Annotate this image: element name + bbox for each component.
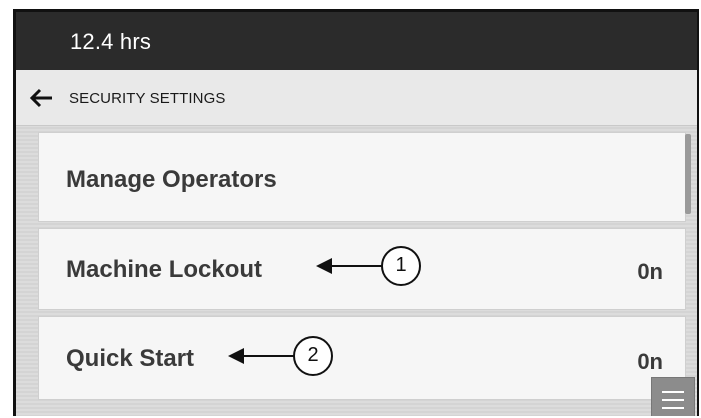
item-label: Machine Lockout [66, 256, 263, 283]
menu-button[interactable] [651, 377, 695, 416]
list-item-manage-operators[interactable]: Manage Operators [38, 132, 686, 222]
page-title: SECURITY SETTINGS [69, 90, 226, 107]
header-bar: SECURITY SETTINGS [16, 70, 697, 126]
scrollbar[interactable] [685, 134, 691, 404]
engine-hours: 12.4 hrs [70, 29, 152, 54]
device-screen: 12.4 hrs SECURITY SETTINGS Manage Operat… [13, 9, 699, 416]
item-value: 0n [637, 349, 663, 374]
back-button[interactable] [28, 86, 56, 110]
list-item-quick-start[interactable]: Quick Start 0n [38, 316, 686, 400]
status-bar: 12.4 hrs [16, 12, 697, 70]
callout-number: 2 [307, 344, 319, 366]
item-label: Quick Start [66, 345, 195, 372]
scrollbar-thumb[interactable] [685, 134, 691, 214]
callout-1: 1 [316, 246, 436, 286]
callout-2: 2 [228, 336, 348, 376]
arrow-left-icon [28, 86, 56, 110]
item-label: Manage Operators [66, 166, 277, 193]
item-value: 0n [637, 259, 663, 284]
callout-number: 1 [395, 254, 407, 276]
settings-list: Manage Operators Machine Lockout 0n Quic… [16, 126, 697, 416]
